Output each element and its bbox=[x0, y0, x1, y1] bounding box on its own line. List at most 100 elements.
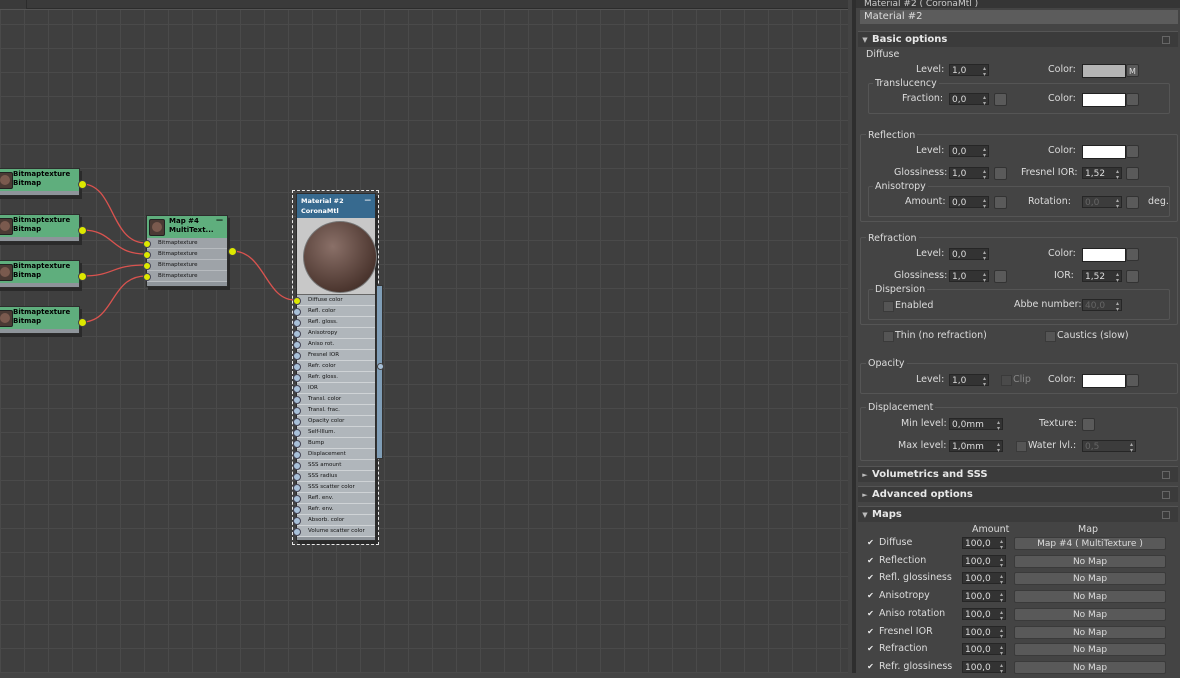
input-socket[interactable] bbox=[143, 262, 151, 270]
map-enabled-checkbox[interactable]: ✔ bbox=[866, 556, 875, 565]
caustics-checkbox[interactable] bbox=[1045, 331, 1056, 342]
translucency-fraction-spinner[interactable]: 0,0 bbox=[949, 93, 989, 106]
displacement-texture-button[interactable] bbox=[1082, 418, 1095, 431]
bitmap-node-3[interactable]: Bitmaptexture Bitmap bbox=[0, 260, 80, 288]
fresnel-ior-map[interactable] bbox=[1126, 167, 1139, 180]
refraction-glossiness-spinner[interactable]: 1,0 bbox=[949, 270, 989, 283]
output-socket[interactable] bbox=[78, 226, 87, 235]
rollout-volumetrics-sss[interactable]: ► Volumetrics and SSS bbox=[858, 466, 1178, 482]
min-level-spinner[interactable]: 0,0mm bbox=[949, 418, 1003, 431]
input-socket[interactable] bbox=[293, 330, 301, 338]
input-slot[interactable]: Bitmaptexture bbox=[143, 271, 227, 282]
map-enabled-checkbox[interactable]: ✔ bbox=[866, 644, 875, 653]
input-socket[interactable] bbox=[293, 517, 301, 525]
refraction-level-spinner[interactable]: 0,0 bbox=[949, 248, 989, 261]
material-input-slot[interactable]: Fresnel IOR bbox=[293, 350, 375, 361]
material-input-slot[interactable]: Refr. gloss. bbox=[293, 372, 375, 383]
input-socket[interactable] bbox=[293, 385, 301, 393]
map-enabled-checkbox[interactable]: ✔ bbox=[866, 538, 875, 547]
map-assign-button[interactable]: No Map bbox=[1014, 643, 1166, 657]
rollout-advanced-options[interactable]: ► Advanced options bbox=[858, 486, 1178, 502]
input-socket[interactable] bbox=[293, 352, 301, 360]
input-slot[interactable]: Bitmaptexture bbox=[143, 249, 227, 260]
max-level-spinner[interactable]: 1,0mm bbox=[949, 440, 1003, 453]
material-input-slot[interactable]: Transl. frac. bbox=[293, 405, 375, 416]
input-socket[interactable] bbox=[293, 418, 301, 426]
multitexture-node[interactable]: Map #4 MultiText... — Bitmaptexture Bitm… bbox=[143, 215, 228, 287]
map-amount-spinner[interactable]: 100,0 bbox=[962, 607, 1006, 621]
input-socket[interactable] bbox=[293, 407, 301, 415]
diffuse-level-spinner[interactable]: 1,0 bbox=[949, 64, 989, 77]
dispersion-enabled-checkbox[interactable] bbox=[883, 301, 894, 312]
bitmap-node-4[interactable]: Bitmaptexture Bitmap bbox=[0, 306, 80, 334]
material-input-slot[interactable]: Aniso rot. bbox=[293, 339, 375, 350]
refraction-color-swatch[interactable] bbox=[1082, 248, 1126, 262]
material-input-slot[interactable]: Bump bbox=[293, 438, 375, 449]
input-socket[interactable] bbox=[293, 308, 301, 316]
bitmap-node-2[interactable]: Bitmaptexture Bitmap bbox=[0, 214, 80, 242]
map-amount-spinner[interactable]: 100,0 bbox=[962, 643, 1006, 656]
map-assign-button[interactable]: No Map bbox=[1014, 554, 1166, 568]
map-amount-spinner[interactable]: 100,0 bbox=[962, 660, 1006, 674]
output-socket[interactable] bbox=[78, 180, 87, 189]
input-socket[interactable] bbox=[293, 319, 301, 327]
refraction-glossiness-map[interactable] bbox=[994, 270, 1007, 283]
output-socket[interactable] bbox=[78, 272, 87, 281]
material-name-field[interactable]: Material #2 bbox=[860, 10, 1178, 24]
reflection-glossiness-map[interactable] bbox=[994, 167, 1007, 180]
material-input-slot[interactable]: SSS scatter color bbox=[293, 482, 375, 493]
diffuse-color-swatch[interactable] bbox=[1082, 64, 1126, 78]
collapse-button[interactable]: — bbox=[216, 216, 223, 225]
map-assign-button[interactable]: No Map bbox=[1014, 572, 1166, 586]
material-input-slot[interactable]: Displacement bbox=[293, 449, 375, 460]
material-input-slot[interactable]: Volume scatter color bbox=[293, 526, 375, 537]
water-level-spinner[interactable]: 0,5 bbox=[1082, 440, 1136, 453]
reflection-color-swatch[interactable] bbox=[1082, 145, 1126, 159]
material-input-slot[interactable]: Anisotropy bbox=[293, 328, 375, 339]
map-enabled-checkbox[interactable]: ✔ bbox=[866, 627, 875, 636]
input-socket[interactable] bbox=[293, 429, 301, 437]
input-socket[interactable] bbox=[293, 396, 301, 404]
input-socket[interactable] bbox=[143, 240, 151, 248]
reflection-color-map[interactable] bbox=[1126, 145, 1139, 158]
collapse-button[interactable]: — bbox=[365, 195, 372, 205]
material-input-slot[interactable]: Transl. color bbox=[293, 394, 375, 405]
input-socket[interactable] bbox=[293, 374, 301, 382]
material-input-slot[interactable]: Self-Illum. bbox=[293, 427, 375, 438]
output-socket[interactable] bbox=[228, 247, 237, 256]
map-amount-spinner[interactable]: 100,0 bbox=[962, 537, 1006, 550]
material-input-slot[interactable]: Absorb. color bbox=[293, 515, 375, 526]
input-socket[interactable] bbox=[143, 251, 151, 259]
map-enabled-checkbox[interactable]: ✔ bbox=[866, 662, 875, 671]
reflection-level-spinner[interactable]: 0,0 bbox=[949, 145, 989, 158]
material-input-slot[interactable]: SSS radius bbox=[293, 471, 375, 482]
map-enabled-checkbox[interactable]: ✔ bbox=[866, 591, 875, 600]
material-input-slot[interactable]: Refl. env. bbox=[293, 493, 375, 504]
map-enabled-checkbox[interactable]: ✔ bbox=[866, 609, 875, 618]
abbe-number-spinner[interactable]: 40,0 bbox=[1082, 299, 1122, 312]
material-input-slot[interactable]: Refl. color bbox=[293, 306, 375, 317]
refraction-color-map[interactable] bbox=[1126, 248, 1139, 261]
input-socket[interactable] bbox=[293, 451, 301, 459]
fresnel-ior-spinner[interactable]: 1,52 bbox=[1082, 167, 1122, 180]
output-socket[interactable] bbox=[78, 318, 87, 327]
material-input-slot[interactable]: Refl. gloss. bbox=[293, 317, 375, 328]
map-enabled-checkbox[interactable]: ✔ bbox=[866, 573, 875, 582]
material-input-slot[interactable]: IOR bbox=[293, 383, 375, 394]
material-input-slot[interactable]: Diffuse color bbox=[293, 295, 375, 306]
opacity-color-swatch[interactable] bbox=[1082, 374, 1126, 388]
clip-checkbox[interactable] bbox=[1001, 375, 1012, 386]
map-assign-button[interactable]: No Map bbox=[1014, 625, 1166, 639]
rollout-basic-options[interactable]: ▼ Basic options bbox=[858, 31, 1178, 47]
thin-checkbox[interactable] bbox=[883, 331, 894, 342]
map-assign-button[interactable]: No Map bbox=[1014, 590, 1166, 604]
material-input-slot[interactable]: SSS amount bbox=[293, 460, 375, 471]
input-socket[interactable] bbox=[293, 297, 301, 305]
anisotropy-amount-spinner[interactable]: 0,0 bbox=[949, 196, 989, 209]
map-amount-spinner[interactable]: 100,0 bbox=[962, 554, 1006, 568]
input-socket[interactable] bbox=[293, 484, 301, 492]
map-amount-spinner[interactable]: 100,0 bbox=[962, 625, 1006, 639]
opacity-color-map[interactable] bbox=[1126, 374, 1139, 387]
bitmap-node-1[interactable]: Bitmaptexture Bitmap bbox=[0, 168, 80, 196]
map-amount-spinner[interactable]: 100,0 bbox=[962, 572, 1006, 585]
